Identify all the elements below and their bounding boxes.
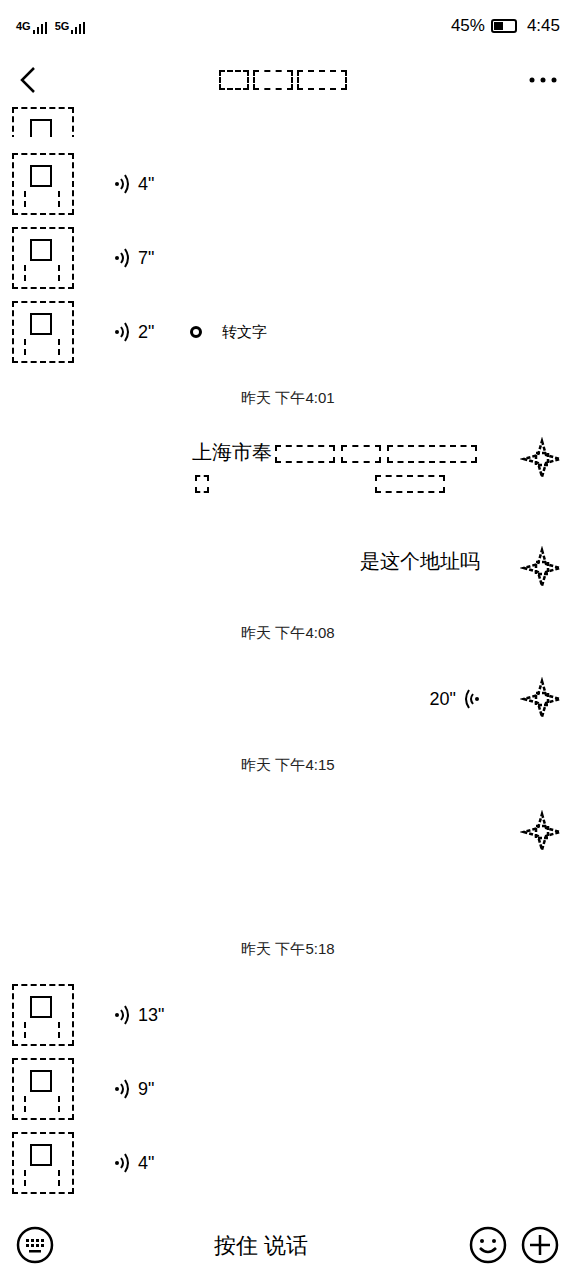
network-label: 4G [16, 18, 47, 35]
voice-bubble[interactable]: 4" [114, 171, 154, 198]
voice-duration: 4" [138, 1150, 154, 1177]
timestamp: 昨天 下午5:18 [0, 920, 576, 978]
image-message-row[interactable] [0, 794, 576, 920]
timestamp: 昨天 下午4:08 [0, 604, 576, 662]
battery-icon [491, 19, 517, 33]
text-bubble[interactable]: 是这个地址吗 [360, 546, 480, 576]
my-avatar-icon[interactable] [520, 677, 564, 721]
text-message-row[interactable]: 上海市奉 [0, 427, 576, 530]
voice-duration: 7" [138, 245, 154, 272]
plus-icon[interactable] [520, 1225, 560, 1265]
redacted-block [341, 445, 381, 463]
voice-wave-icon [462, 688, 480, 710]
text-message-row[interactable]: 是这个地址吗 [0, 530, 576, 604]
voice-bubble[interactable]: 4" [114, 1150, 154, 1177]
voice-wave-icon [114, 1078, 132, 1100]
dot-icon [190, 326, 202, 338]
voice-bubble[interactable]: 7" [114, 245, 154, 272]
battery-percent: 45% [451, 13, 485, 39]
voice-message-row[interactable]: 7" [0, 221, 576, 295]
voice-duration: 9" [138, 1076, 154, 1103]
redacted-block [195, 475, 209, 493]
timestamp: 昨天 下午4:01 [0, 369, 576, 427]
voice-duration: 4" [138, 171, 154, 198]
text-bubble[interactable]: 上海市奉 [192, 437, 480, 497]
voice-duration: 2" [138, 319, 154, 346]
contact-avatar[interactable] [12, 984, 74, 1046]
contact-avatar[interactable] [12, 1058, 74, 1120]
emoji-icon[interactable] [468, 1225, 508, 1265]
voice-message-row[interactable]: 4" [0, 1126, 576, 1200]
voice-message-row[interactable]: 13" [0, 978, 576, 1052]
signal-icon [33, 22, 47, 34]
back-icon[interactable] [18, 66, 38, 94]
my-avatar-icon[interactable] [520, 437, 564, 481]
title-redacted [219, 70, 347, 90]
voice-wave-icon [114, 1004, 132, 1026]
signal-icon [71, 22, 85, 34]
header [0, 52, 576, 107]
contact-avatar[interactable] [12, 301, 74, 363]
contact-avatar[interactable] [12, 107, 74, 137]
message-list: 4" 7" 2" 转文字昨天 下午4:01 上海市奉是这个地址吗昨天 下午4:08 20"… [0, 107, 576, 1210]
contact-avatar[interactable] [12, 1132, 74, 1194]
redacted-block [375, 475, 445, 493]
hold-to-talk-button[interactable]: 按住 说话 [66, 1229, 456, 1262]
voice-wave-icon [114, 1152, 132, 1174]
redacted-block [275, 445, 335, 463]
network-label: 5G [55, 18, 86, 35]
keyboard-icon[interactable] [16, 1226, 54, 1264]
redacted-block [387, 445, 477, 463]
status-bar: 4G 5G 45% 4:45 [0, 0, 576, 52]
voice-bubble[interactable]: 13" [114, 1002, 164, 1029]
voice-wave-icon [114, 247, 132, 269]
voice-message-row[interactable]: 2" 转文字 [0, 295, 576, 369]
message-row [0, 107, 576, 137]
contact-avatar[interactable] [12, 227, 74, 289]
chat-screen: 4G 5G 45% 4:45 4" 7" 2" 转文字昨天 下午4:01 上海市奉是这个地址吗昨… [0, 0, 576, 1280]
more-icon[interactable] [528, 76, 558, 84]
clock: 4:45 [527, 13, 560, 39]
voice-bubble[interactable]: 2" [114, 319, 154, 346]
voice-bubble[interactable]: 20" [430, 686, 480, 713]
voice-wave-icon [114, 173, 132, 195]
input-bar: 按住 说话 [0, 1210, 576, 1280]
voice-duration: 13" [138, 1002, 164, 1029]
voice-message-row[interactable]: 20" [0, 662, 576, 736]
voice-duration: 20" [430, 686, 456, 713]
timestamp: 昨天 下午4:15 [0, 736, 576, 794]
my-avatar-icon[interactable] [520, 546, 564, 590]
contact-avatar[interactable] [12, 153, 74, 215]
voice-wave-icon [114, 321, 132, 343]
voice-bubble[interactable]: 9" [114, 1076, 154, 1103]
my-avatar-icon[interactable] [520, 810, 564, 854]
convert-to-text[interactable]: 转文字 [190, 321, 267, 344]
voice-message-row[interactable]: 4" [0, 147, 576, 221]
voice-message-row[interactable]: 9" [0, 1052, 576, 1126]
